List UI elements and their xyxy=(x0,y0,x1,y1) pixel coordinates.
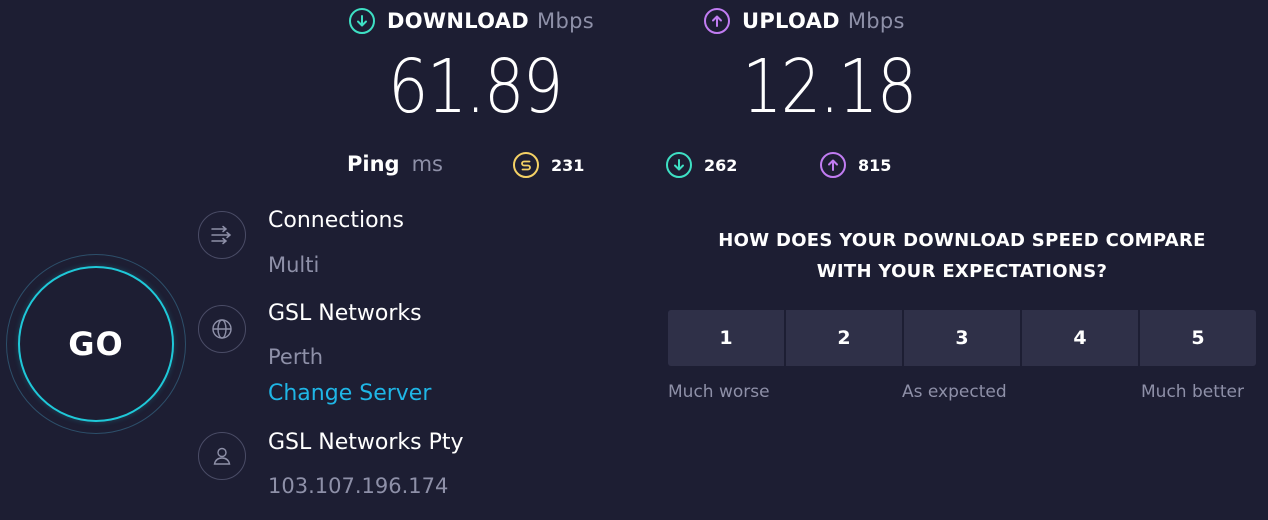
ping-idle: 231 xyxy=(513,152,584,178)
go-button-ring: GO xyxy=(6,254,186,434)
user-icon-glyph xyxy=(213,447,231,465)
ping-idle-icon xyxy=(513,152,539,178)
ping-idle-icon-glyph xyxy=(521,160,531,171)
upload-header: UPLOAD Mbps xyxy=(704,8,905,34)
rating-button-2[interactable]: 2 xyxy=(786,310,902,366)
ping-unit: ms xyxy=(411,152,443,176)
rating-button-1[interactable]: 1 xyxy=(668,310,784,366)
download-label: DOWNLOAD xyxy=(387,9,530,33)
rating-button-5[interactable]: 5 xyxy=(1140,310,1256,366)
upload-label: UPLOAD xyxy=(742,9,840,33)
connections-arrows-icon-glyph xyxy=(211,225,232,245)
connections-mode[interactable]: Multi xyxy=(268,253,319,277)
upload-arrow-icon-glyph xyxy=(712,15,722,27)
ping-upload-icon-glyph xyxy=(828,159,838,171)
download-arrow-icon-glyph xyxy=(357,15,367,27)
ping-idle-value: 231 xyxy=(551,155,585,175)
ping-upload-value: 815 xyxy=(858,155,892,175)
rating-scale: 1 2 3 4 5 xyxy=(668,310,1256,366)
ping-download: 262 xyxy=(666,152,737,178)
globe-icon-glyph xyxy=(212,319,232,339)
survey-question: HOW DOES YOUR DOWNLOAD SPEED COMPARE WIT… xyxy=(668,225,1256,287)
change-server-link[interactable]: Change Server xyxy=(268,381,431,406)
provider-name: GSL Networks Pty xyxy=(268,430,464,455)
ping-download-icon-glyph xyxy=(674,159,684,171)
rating-caption-mid: As expected xyxy=(902,382,1007,402)
download-speed-value: 61.89 xyxy=(388,44,563,130)
survey-question-line-1: HOW DOES YOUR DOWNLOAD SPEED COMPARE xyxy=(718,230,1206,251)
rating-caption-low: Much worse xyxy=(668,382,770,402)
server-location: Perth xyxy=(268,345,324,369)
rating-caption-high: Much better xyxy=(1141,382,1244,402)
provider-ip: 103.107.196.174 xyxy=(268,474,449,498)
ping-upload-icon xyxy=(820,152,846,178)
upload-speed-value: 12.18 xyxy=(742,44,917,130)
ping-label: Ping xyxy=(347,152,400,176)
rating-button-4[interactable]: 4 xyxy=(1022,310,1138,366)
go-button-label: GO xyxy=(68,325,124,363)
ping-row: Ping ms xyxy=(347,152,443,176)
download-header: DOWNLOAD Mbps xyxy=(349,8,594,34)
upload-arrow-icon xyxy=(704,8,730,34)
upload-unit: Mbps xyxy=(847,9,905,33)
globe-icon xyxy=(198,305,246,353)
rating-button-3[interactable]: 3 xyxy=(904,310,1020,366)
ping-download-value: 262 xyxy=(704,155,738,175)
connections-title: Connections xyxy=(268,208,404,233)
download-unit: Mbps xyxy=(537,9,594,33)
user-icon xyxy=(198,432,246,480)
ping-download-icon xyxy=(666,152,692,178)
download-arrow-icon xyxy=(349,8,375,34)
server-name: GSL Networks xyxy=(268,301,422,326)
connections-arrows-icon[interactable] xyxy=(198,211,246,259)
survey-question-line-2: WITH YOUR EXPECTATIONS? xyxy=(816,261,1108,282)
go-button[interactable]: GO xyxy=(18,266,174,422)
ping-upload: 815 xyxy=(820,152,891,178)
